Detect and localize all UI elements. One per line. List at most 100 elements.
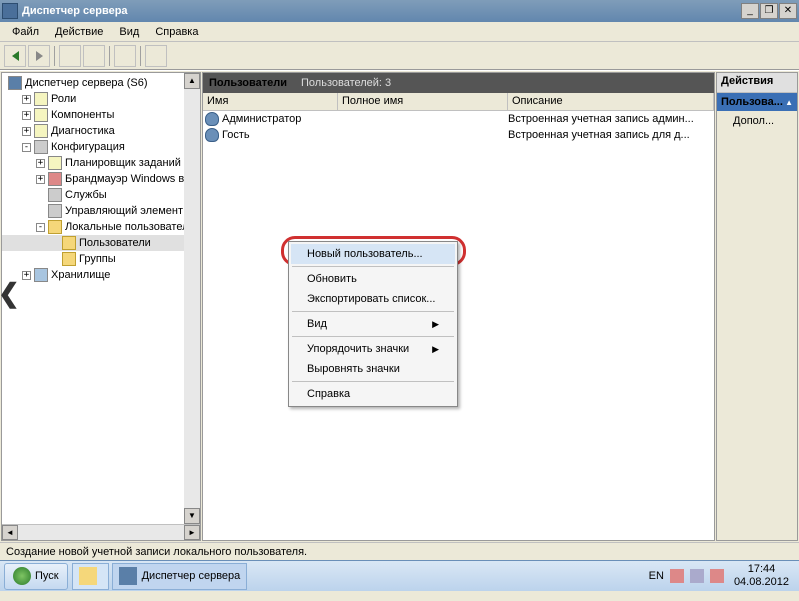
tree-components[interactable]: +Компоненты [2,107,200,123]
tree-services[interactable]: Службы [2,187,200,203]
tree-groups[interactable]: Группы [2,251,200,267]
taskbar-app[interactable]: Диспетчер сервера [112,563,248,590]
arrow-left-icon [12,51,19,61]
expand-icon[interactable]: + [36,159,45,168]
folder-icon [62,252,76,266]
tree-hscroll[interactable]: ◄► [2,524,200,540]
list-item[interactable]: Гость Встроенная учетная запись для д... [203,127,714,143]
collapse-icon[interactable]: - [22,143,31,152]
tree-diagnostics[interactable]: +Диагностика [2,123,200,139]
folder-icon [62,236,76,250]
maximize-button[interactable]: ❐ [760,3,778,19]
folder-icon [48,220,62,234]
menu-new-user[interactable]: Новый пользователь... [291,244,455,264]
menu-help[interactable]: Справка [147,24,206,40]
taskbar: Пуск Диспетчер сервера EN 17:4404.08.201… [0,560,799,591]
menu-arrange[interactable]: Упорядочить значки▶ [291,339,455,359]
col-desc[interactable]: Описание [508,93,714,110]
app-icon [119,567,137,585]
server-icon [8,76,22,90]
expand-icon[interactable]: + [22,271,31,280]
system-tray: EN 17:4404.08.2012 [643,563,799,589]
firewall-icon [48,172,62,186]
content-pane: ПользователиПользователей: 3 Имя Полное … [202,72,715,541]
tree-roles[interactable]: +Роли [2,91,200,107]
roles-icon [34,92,48,106]
nav-back-button[interactable] [4,45,26,67]
toolbar-separator [109,46,110,66]
menu-align[interactable]: Выровнять значки [291,359,455,379]
nav-forward-button[interactable] [28,45,50,67]
tree-firewall[interactable]: +Брандмауэр Windows в ре [2,171,200,187]
expand-icon[interactable]: + [22,127,31,136]
lang-indicator[interactable]: EN [649,570,664,582]
menu-view[interactable]: Вид [111,24,147,40]
scheduler-icon [48,156,62,170]
toolbar-btn-4[interactable] [145,45,167,67]
taskbar-explorer[interactable] [72,563,109,590]
start-orb-icon [13,567,31,585]
tray-flag-icon[interactable] [710,569,724,583]
expand-icon[interactable]: + [22,95,31,104]
submenu-arrow-icon: ▶ [432,319,439,330]
window-title: Диспетчер сервера [22,5,741,17]
window-titlebar: Диспетчер сервера _ ❐ ✕ [0,0,799,22]
tree-vscroll[interactable]: ▲▼ [184,73,200,524]
actions-more[interactable]: Допол... [717,111,797,131]
user-icon [205,112,219,126]
toolbar-separator [54,46,55,66]
tree-storage[interactable]: +Хранилище [2,267,200,283]
menu-view[interactable]: Вид▶ [291,314,455,334]
clock[interactable]: 17:4404.08.2012 [730,563,793,589]
actions-title: Действия [717,73,797,93]
toolbar-btn-2[interactable] [83,45,105,67]
diagnostics-icon [34,124,48,138]
tray-icon[interactable] [670,569,684,583]
explorer-icon [79,567,97,585]
toolbar-btn-3[interactable] [114,45,136,67]
collapse-arrow-icon: ▲ [785,98,793,107]
config-icon [34,140,48,154]
tree-local-users[interactable]: -Локальные пользователи [2,219,200,235]
tree-wmi[interactable]: Управляющий элемент W [2,203,200,219]
col-fullname[interactable]: Полное имя [338,93,508,110]
app-icon [2,3,18,19]
services-icon [48,188,62,202]
expand-icon[interactable]: + [36,175,45,184]
toolbar [0,42,799,70]
list-rows[interactable]: Администратор Встроенная учетная запись … [203,111,714,540]
tray-icon[interactable] [690,569,704,583]
minimize-button[interactable]: _ [741,3,759,19]
content-header: ПользователиПользователей: 3 [203,73,714,93]
wmi-icon [48,204,62,218]
collapse-icon[interactable]: - [36,223,45,232]
menu-bar: Файл Действие Вид Справка [0,22,799,42]
start-button[interactable]: Пуск [4,563,68,590]
toolbar-separator [140,46,141,66]
column-headers: Имя Полное имя Описание [203,93,714,111]
actions-section[interactable]: Пользова...▲ [717,93,797,111]
status-bar: Создание новой учетной записи локального… [0,542,799,560]
col-name[interactable]: Имя [203,93,338,110]
storage-icon [34,268,48,282]
toolbar-btn-1[interactable] [59,45,81,67]
menu-export[interactable]: Экспортировать список... [291,289,455,309]
actions-pane: Действия Пользова...▲ Допол... [716,72,798,541]
list-item[interactable]: Администратор Встроенная учетная запись … [203,111,714,127]
submenu-arrow-icon: ▶ [432,344,439,355]
tree-scheduler[interactable]: +Планировщик заданий [2,155,200,171]
close-button[interactable]: ✕ [779,3,797,19]
menu-help[interactable]: Справка [291,384,455,404]
side-arrow-icon: ❮ [0,278,20,309]
tree-root[interactable]: Диспетчер сервера (S6) [2,75,200,91]
components-icon [34,108,48,122]
expand-icon[interactable]: + [22,111,31,120]
menu-action[interactable]: Действие [47,24,111,40]
arrow-right-icon [36,51,43,61]
user-icon [205,128,219,142]
tree-pane: Диспетчер сервера (S6) +Роли +Компоненты… [1,72,201,541]
tree-users[interactable]: Пользователи [2,235,200,251]
menu-refresh[interactable]: Обновить [291,269,455,289]
menu-file[interactable]: Файл [4,24,47,40]
tree-config[interactable]: -Конфигурация [2,139,200,155]
